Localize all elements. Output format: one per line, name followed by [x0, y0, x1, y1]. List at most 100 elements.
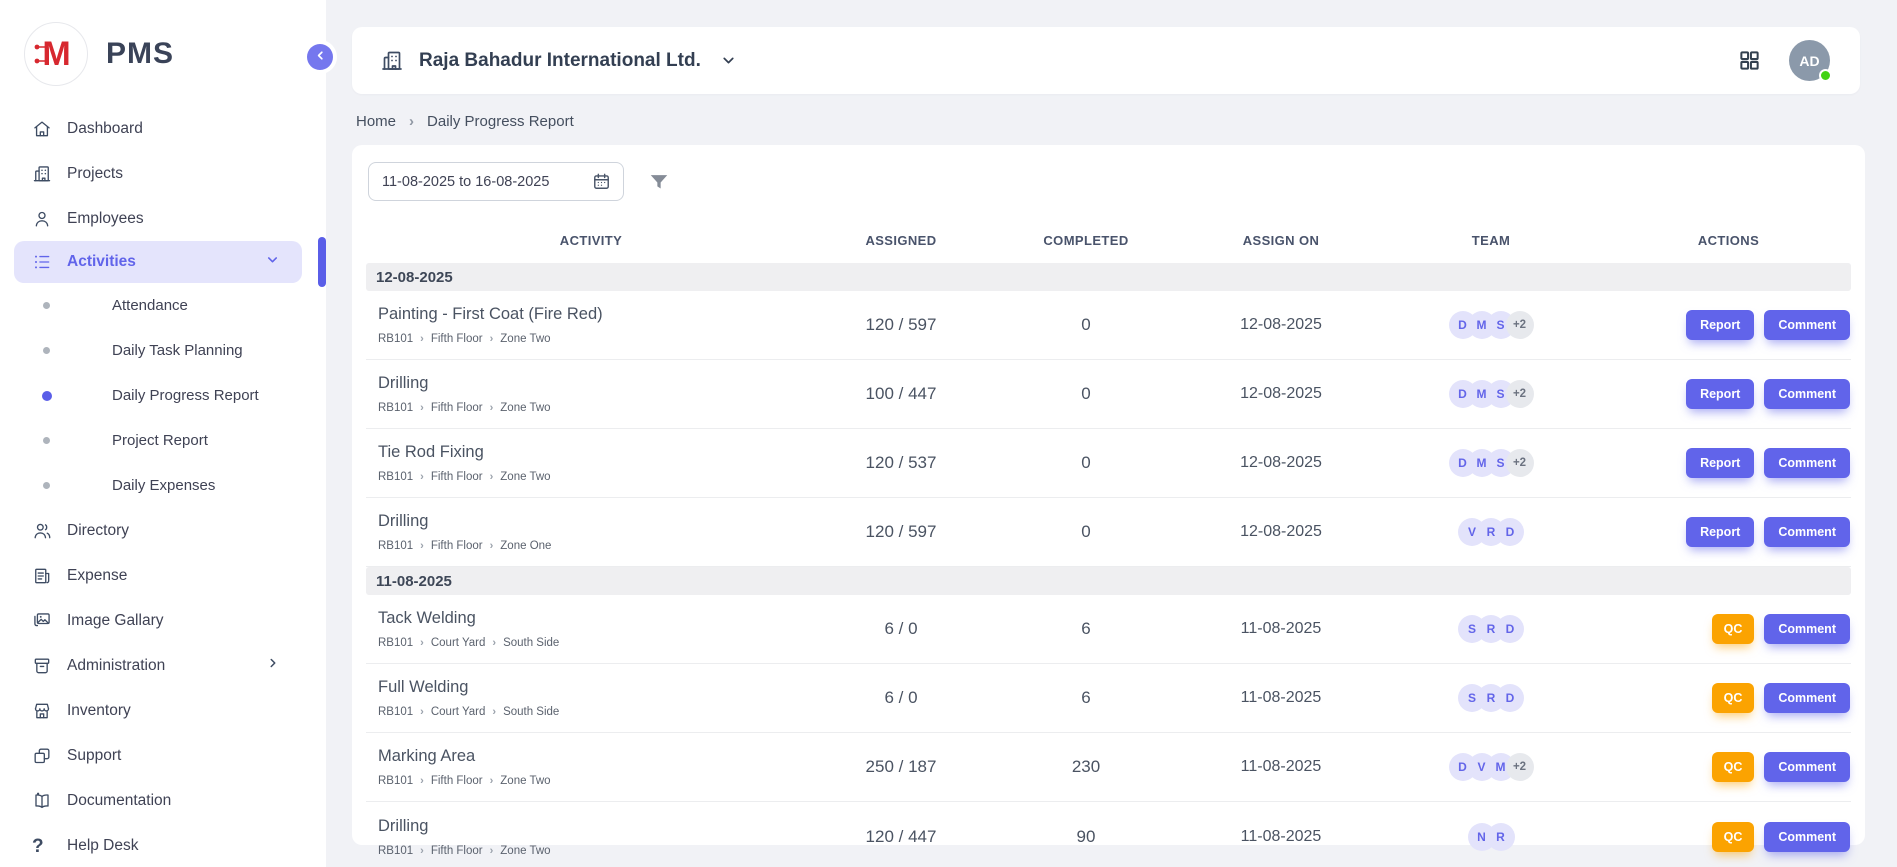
completed-value: 0: [986, 453, 1186, 473]
sidebar-item-label: Support: [67, 747, 121, 765]
user-avatar[interactable]: AD: [1789, 40, 1830, 81]
assigned-value: 6 / 0: [816, 619, 986, 639]
bullet-icon: [43, 437, 50, 444]
chevron-right-icon: ›: [420, 333, 424, 345]
sidebar-item-documentation[interactable]: Documentation: [0, 778, 326, 823]
book-icon: [32, 791, 52, 811]
sidebar-item-daily-progress-report[interactable]: Daily Progress Report: [0, 373, 326, 418]
column-header-assigned: ASSIGNED: [816, 233, 986, 248]
sidebar-item-support[interactable]: Support: [0, 733, 326, 778]
sidebar-item-label: Activities: [67, 253, 136, 271]
path-segment: Court Yard: [431, 637, 486, 649]
comment-button[interactable]: Comment: [1764, 614, 1850, 644]
sidebar-item-administration[interactable]: Administration: [0, 643, 326, 688]
qc-button[interactable]: QC: [1712, 614, 1755, 644]
path-segment: Zone Two: [500, 775, 550, 787]
sidebar-item-activities[interactable]: Activities: [14, 241, 302, 283]
sidebar-item-projects[interactable]: Projects: [0, 151, 326, 196]
team-avatar-group: S R D: [1376, 684, 1606, 712]
activity-title: Drilling: [378, 374, 816, 393]
report-button[interactable]: Report: [1686, 517, 1754, 547]
comment-button[interactable]: Comment: [1764, 379, 1850, 409]
breadcrumb-current: Daily Progress Report: [427, 113, 574, 130]
sidebar-subitem-label: Daily Expenses: [112, 477, 215, 494]
chevron-right-icon: ›: [420, 637, 424, 649]
sidebar-item-attendance[interactable]: Attendance: [0, 283, 326, 328]
path-segment: South Side: [503, 637, 559, 649]
sidebar-item-dashboard[interactable]: Dashboard: [0, 106, 326, 151]
sidebar-item-expense[interactable]: Expense: [0, 553, 326, 598]
activity-path: RB101› Fifth Floor› Zone One: [378, 540, 816, 552]
avatar: D: [1496, 684, 1524, 712]
path-segment: RB101: [378, 845, 413, 857]
sidebar-item-directory[interactable]: Directory: [0, 508, 326, 553]
report-button[interactable]: Report: [1686, 448, 1754, 478]
report-button[interactable]: Report: [1686, 310, 1754, 340]
question-icon: ?: [32, 836, 52, 856]
assigned-value: 100 / 447: [816, 384, 986, 404]
qc-button[interactable]: QC: [1712, 752, 1755, 782]
table-row: Painting - First Coat (Fire Red) RB101› …: [366, 291, 1851, 360]
comment-button[interactable]: Comment: [1764, 310, 1850, 340]
sidebar-item-employees[interactable]: Employees: [0, 196, 326, 241]
company-selector[interactable]: Raja Bahadur International Ltd.: [380, 49, 737, 73]
sidebar-item-project-report[interactable]: Project Report: [0, 418, 326, 463]
comment-button[interactable]: Comment: [1764, 822, 1850, 852]
sidebar-item-help-desk[interactable]: ? Help Desk: [0, 823, 326, 867]
app-title: PMS: [106, 37, 174, 71]
table-header-row: ACTIVITY ASSIGNED COMPLETED ASSIGN ON TE…: [366, 217, 1851, 263]
chevron-right-icon: ›: [490, 775, 494, 787]
team-avatar-group: D M S +2: [1376, 449, 1606, 477]
path-segment: RB101: [378, 402, 413, 414]
avatar: D: [1496, 518, 1524, 546]
chevron-down-icon: [265, 252, 280, 272]
report-table-card: 11-08-2025 to 16-08-2025 ACTIVITY ASSIGN…: [352, 145, 1865, 845]
apps-grid-icon[interactable]: [1738, 49, 1761, 72]
sidebar-item-daily-expenses[interactable]: Daily Expenses: [0, 463, 326, 508]
activity-title: Drilling: [378, 512, 816, 531]
team-avatar-group: N R: [1376, 823, 1606, 851]
path-segment: RB101: [378, 540, 413, 552]
comment-button[interactable]: Comment: [1764, 517, 1850, 547]
completed-value: 0: [986, 315, 1186, 335]
path-segment: South Side: [503, 706, 559, 718]
table-row: Tack Welding RB101› Court Yard› South Si…: [366, 595, 1851, 664]
active-bullet-icon: [42, 391, 52, 401]
path-segment: Zone Two: [500, 402, 550, 414]
completed-value: 6: [986, 688, 1186, 708]
assigned-value: 120 / 597: [816, 522, 986, 542]
avatar-overflow-count: +2: [1506, 311, 1534, 339]
report-button[interactable]: Report: [1686, 379, 1754, 409]
assign-on-value: 11-08-2025: [1186, 689, 1376, 707]
assign-on-value: 11-08-2025: [1186, 758, 1376, 776]
completed-value: 0: [986, 384, 1186, 404]
breadcrumb-home[interactable]: Home: [356, 113, 396, 130]
completed-value: 90: [986, 827, 1186, 847]
qc-button[interactable]: QC: [1712, 822, 1755, 852]
qc-button[interactable]: QC: [1712, 683, 1755, 713]
assign-on-value: 11-08-2025: [1186, 620, 1376, 638]
sidebar-item-image-gallary[interactable]: Image Gallary: [0, 598, 326, 643]
brand: M PMS: [0, 0, 326, 100]
path-segment: RB101: [378, 706, 413, 718]
path-segment: Zone Two: [500, 333, 550, 345]
circuit-decoration: [34, 44, 48, 66]
activity-path: RB101› Fifth Floor› Zone Two: [378, 845, 816, 857]
bullet-icon: [43, 302, 50, 309]
sidebar-collapse-button[interactable]: [307, 44, 333, 70]
date-range-input[interactable]: 11-08-2025 to 16-08-2025: [368, 162, 624, 201]
sidebar-item-inventory[interactable]: Inventory: [0, 688, 326, 733]
comment-button[interactable]: Comment: [1764, 683, 1850, 713]
chevron-right-icon: ›: [420, 471, 424, 483]
assign-on-value: 12-08-2025: [1186, 523, 1376, 541]
person-icon: [32, 209, 52, 229]
comment-button[interactable]: Comment: [1764, 448, 1850, 478]
completed-value: 0: [986, 522, 1186, 542]
filter-funnel-icon[interactable]: [648, 171, 670, 193]
comment-button[interactable]: Comment: [1764, 752, 1850, 782]
activity-path: RB101› Fifth Floor› Zone Two: [378, 333, 816, 345]
chevron-right-icon: ›: [492, 637, 496, 649]
sidebar-item-daily-task-planning[interactable]: Daily Task Planning: [0, 328, 326, 373]
sidebar: M PMS Dashboard Projects Employees Activ…: [0, 0, 326, 867]
brand-logo: M: [24, 22, 88, 86]
